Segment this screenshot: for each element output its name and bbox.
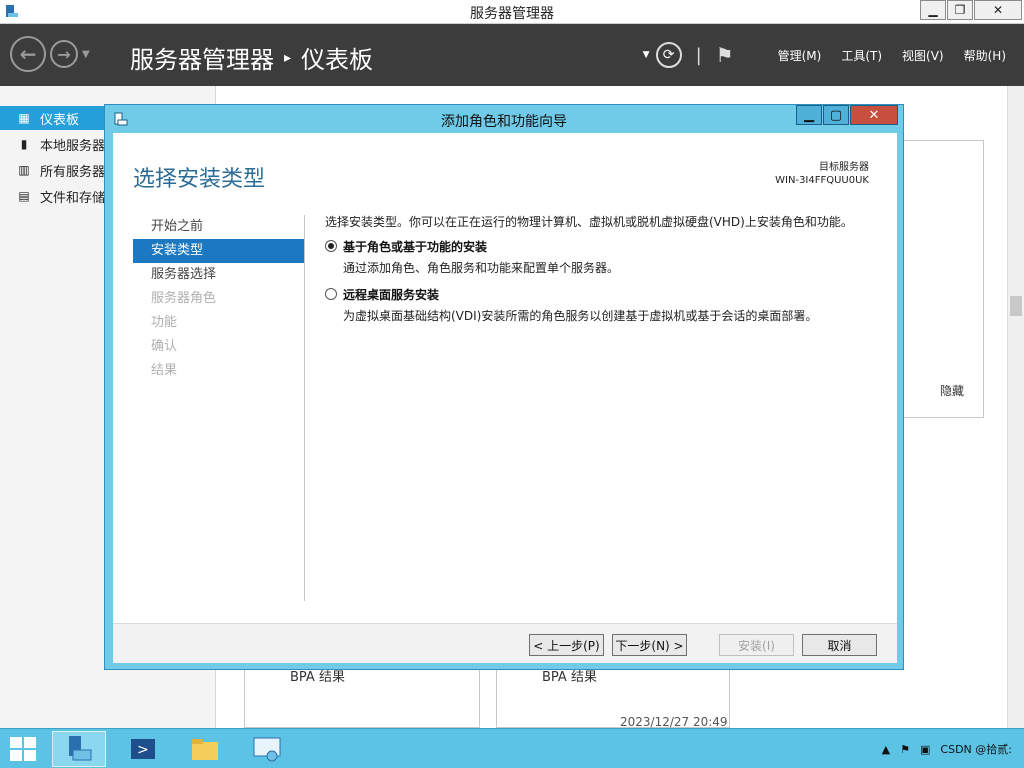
tray-expand-icon[interactable]: ▲: [882, 743, 890, 756]
menu-manage[interactable]: 管理(M): [778, 47, 822, 64]
option-title[interactable]: 基于角色或基于功能的安装: [343, 238, 487, 255]
dialog-close-button[interactable]: ✕: [850, 105, 898, 125]
previous-button[interactable]: < 上一步(P): [529, 634, 604, 656]
close-button[interactable]: ✕: [974, 0, 1022, 20]
window-title: 服务器管理器: [470, 6, 554, 22]
option-title[interactable]: 远程桌面服务安装: [343, 286, 439, 303]
target-server: 目标服务器 WIN-3I4FFQUU0UK: [775, 161, 869, 187]
dashboard-icon: ▦: [18, 111, 30, 125]
breadcrumb-separator-icon: ▸: [284, 49, 292, 66]
system-tray: ▲ ⚑ ▣ CSDN @拾贰:: [872, 741, 1012, 757]
add-roles-wizard-dialog: 添加角色和功能向导 ▁ ▢ ✕ 选择安装类型 目标服务器 WIN-3I4FFQU…: [104, 104, 904, 670]
intro-text: 选择安装类型。你可以在正在运行的物理计算机、虚拟机或脱机虚拟硬盘(VHD)上安装…: [325, 215, 853, 229]
sidebar-item-label: 所有服务器: [40, 164, 106, 180]
wizard-content: 选择安装类型。你可以在正在运行的物理计算机、虚拟机或脱机虚拟硬盘(VHD)上安装…: [325, 213, 885, 334]
divider: |: [695, 44, 702, 66]
tray-network-icon[interactable]: ▣: [920, 743, 930, 756]
restore-button[interactable]: ❐: [947, 0, 973, 20]
target-server-label: 目标服务器: [819, 162, 869, 173]
step-features: 功能: [151, 315, 178, 330]
step-server-roles: 服务器角色: [151, 291, 217, 306]
powershell-icon: >: [131, 739, 155, 759]
tray-text: CSDN @拾贰:: [940, 743, 1012, 756]
breadcrumb: 服务器管理器 ▸ 仪表板: [130, 40, 373, 75]
background-panel: [896, 140, 984, 418]
install-button: 安装(I): [719, 634, 794, 656]
app-header: ← → ▼ 服务器管理器 ▸ 仪表板 ▼ ⟳ | ⚑ 管理(M) 工具(T) 视…: [0, 24, 1024, 86]
minimize-button[interactable]: ▁: [920, 0, 946, 20]
dialog-maximize-button[interactable]: ▢: [823, 105, 849, 125]
dialog-body: 选择安装类型 目标服务器 WIN-3I4FFQUU0UK 开始之前 安装类型 服…: [113, 133, 897, 663]
refresh-dropdown-icon[interactable]: ▼: [643, 50, 650, 60]
taskbar-server-manager[interactable]: [52, 731, 106, 767]
sidebar-item-label: 仪表板: [40, 112, 80, 128]
tray-flag-icon[interactable]: ⚑: [900, 743, 910, 756]
menu-tools[interactable]: 工具(T): [841, 47, 882, 64]
window-titlebar: 服务器管理器 ▁ ❐ ✕: [0, 0, 1024, 24]
taskbar-powershell[interactable]: >: [116, 731, 170, 767]
servers-icon: ▥: [18, 163, 30, 177]
step-results: 结果: [151, 363, 178, 378]
dialog-minimize-button[interactable]: ▁: [796, 105, 822, 125]
sidebar-item-label: 本地服务器: [40, 138, 106, 154]
menu-help[interactable]: 帮助(H): [964, 47, 1006, 64]
timestamp: 2023/12/27 20:49: [620, 715, 728, 729]
step-server-selection[interactable]: 服务器选择: [133, 263, 304, 287]
option-description: 为虚拟桌面基础结构(VDI)安装所需的角色服务以创建基于虚拟机或基于会话的桌面部…: [343, 309, 818, 323]
bpa-tile-left: [244, 668, 480, 728]
sidebar-item-label: 文件和存储: [40, 190, 106, 206]
radio-role-based[interactable]: [325, 240, 337, 252]
wizard-steps: 开始之前 安装类型 服务器选择 服务器角色 功能 确认 结果: [133, 215, 305, 601]
option-remote-desktop[interactable]: 远程桌面服务安装: [325, 286, 885, 303]
radio-remote-desktop[interactable]: [325, 288, 337, 300]
taskbar-file-explorer[interactable]: [178, 731, 232, 767]
breadcrumb-current: 仪表板: [301, 46, 374, 74]
step-before-you-begin[interactable]: 开始之前: [133, 215, 304, 239]
option-role-based[interactable]: 基于角色或基于功能的安装: [325, 238, 885, 255]
server-manager-icon: [69, 736, 92, 761]
menu-view[interactable]: 视图(V): [902, 47, 944, 64]
history-dropdown-icon[interactable]: ▼: [82, 49, 90, 60]
dialog-footer: < 上一步(P) 下一步(N) > 安装(I) 取消: [113, 623, 897, 663]
page-scrollbar[interactable]: [1007, 86, 1024, 728]
cancel-button[interactable]: 取消: [802, 634, 877, 656]
step-confirmation: 确认: [151, 339, 178, 354]
control-panel-icon: [253, 737, 281, 762]
step-installation-type[interactable]: 安装类型: [133, 239, 304, 263]
breadcrumb-root: 服务器管理器: [130, 46, 274, 74]
dialog-titlebar: 添加角色和功能向导 ▁ ▢ ✕: [105, 105, 903, 133]
back-button[interactable]: ←: [10, 36, 46, 72]
notifications-flag-icon[interactable]: ⚑: [716, 43, 734, 67]
option-description: 通过添加角色、角色服务和功能来配置单个服务器。: [343, 261, 620, 275]
refresh-icon[interactable]: ⟳: [655, 42, 682, 68]
scrollbar-thumb[interactable]: [1010, 296, 1022, 316]
target-server-name: WIN-3I4FFQUU0UK: [775, 175, 869, 186]
forward-button[interactable]: →: [50, 40, 78, 68]
taskbar-control-panel[interactable]: [240, 731, 294, 767]
storage-icon: ▤: [18, 189, 30, 203]
page-title: 选择安装类型: [133, 167, 266, 192]
folder-icon: [192, 739, 218, 760]
taskbar: > ▲ ⚑ ▣ CSDN @拾贰:: [0, 728, 1024, 768]
next-button[interactable]: 下一步(N) >: [612, 634, 687, 656]
dialog-title: 添加角色和功能向导: [441, 114, 567, 130]
start-button[interactable]: [10, 737, 36, 761]
server-icon: ▮: [20, 137, 28, 151]
hide-link[interactable]: 隐藏: [940, 382, 964, 399]
svg-text:>: >: [137, 742, 149, 758]
